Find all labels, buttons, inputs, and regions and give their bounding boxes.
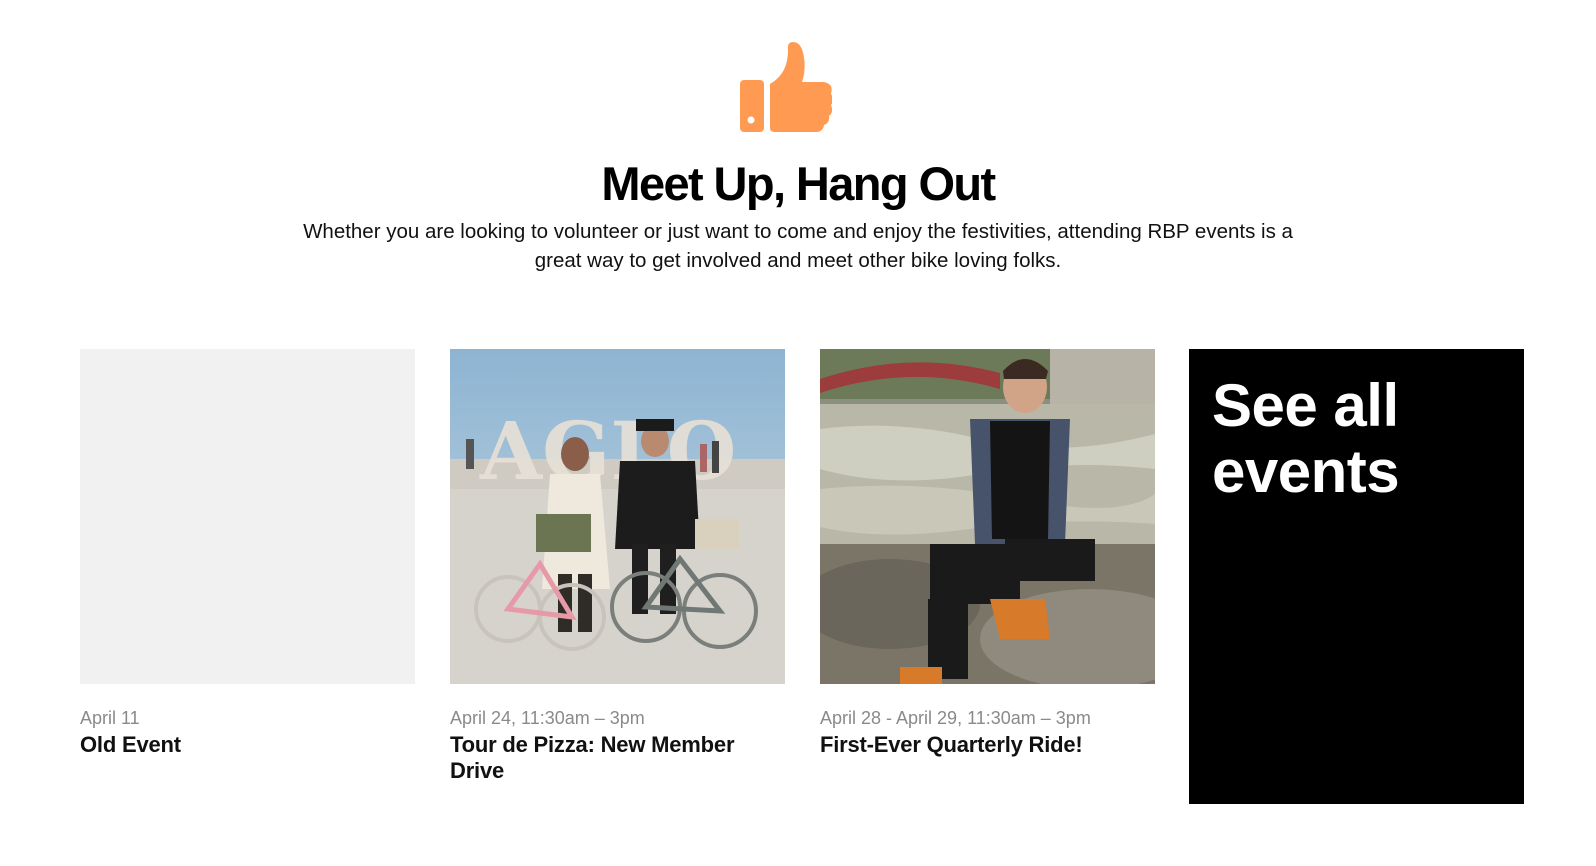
section-title: Meet Up, Hang Out — [601, 157, 996, 210]
event-date: April 28 - April 29, 11:30am – 3pm — [820, 708, 1091, 728]
thumbs-up-icon — [740, 42, 832, 132]
see-all-events-label: See all events — [1212, 372, 1400, 505]
event-date: April 24, 11:30am – 3pm — [450, 708, 645, 728]
event-card: AGLO April 24, 11:30am – 3pm Tour de Piz… — [450, 349, 785, 784]
event-image-placeholder[interactable] — [80, 349, 415, 684]
event-card: April 28 - April 29, 11:30am – 3pm First… — [820, 349, 1155, 758]
events-section: Meet Up, Hang Out Whether you are lookin… — [0, 0, 1596, 866]
section-subtitle: Whether you are looking to volunteer or … — [303, 220, 1293, 272]
event-image-bike-couple[interactable]: AGLO — [450, 349, 785, 684]
event-date: April 11 — [80, 708, 140, 728]
event-title-link[interactable]: Old Event — [80, 732, 415, 758]
event-image-river[interactable] — [820, 349, 1155, 684]
event-card: April 11 Old Event — [80, 349, 415, 758]
see-all-events-button[interactable]: See all events — [1189, 349, 1524, 804]
event-title-link[interactable]: First-Ever Quarterly Ride! — [820, 732, 1155, 758]
svg-text:AGLO: AGLO — [479, 404, 736, 498]
event-title-link[interactable]: Tour de Pizza: New Member Drive — [450, 732, 785, 784]
